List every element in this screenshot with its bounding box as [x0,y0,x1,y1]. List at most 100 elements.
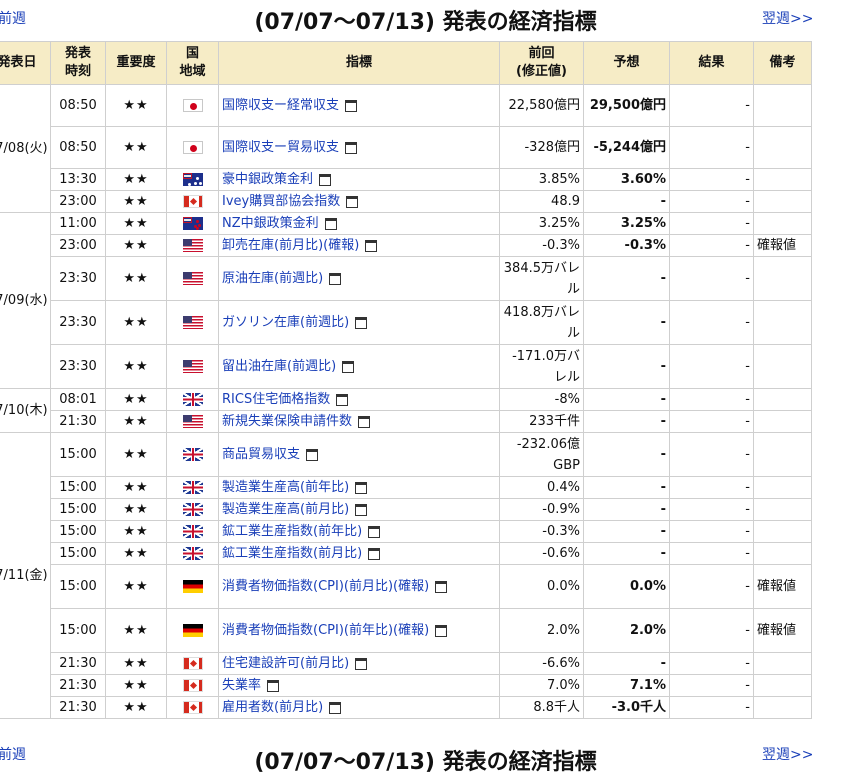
importance-stars: ★★ [105,652,167,675]
indicator-link[interactable]: NZ中銀政策金利 [222,216,319,231]
indicator-link[interactable]: 雇用者数(前月比) [222,700,323,715]
indicator-link[interactable]: ガソリン在庫(前週比) [222,315,349,330]
table-row: 23:00 ★★ 卸売在庫(前月比)(確報) -0.3% -0.3% - 確報値 [0,234,812,257]
time-cell: 23:30 [50,256,106,301]
new-window-icon[interactable] [365,239,378,252]
indicator-link[interactable]: 留出油在庫(前週比) [222,359,336,374]
indicator-link[interactable]: 消費者物価指数(CPI)(前月比)(確報) [222,579,429,594]
indicator-link[interactable]: 商品貿易収支 [222,447,300,462]
header-forecast: 予想 [583,41,670,85]
indicator-link[interactable]: 豪中銀政策金利 [222,172,313,187]
time-cell: 23:30 [50,344,106,389]
importance-stars: ★★ [105,84,167,127]
indicator-link[interactable]: 国際収支ー貿易収支 [222,140,339,155]
new-window-icon[interactable] [368,525,381,538]
previous-value: -0.3% [499,520,584,543]
indicator-link[interactable]: 国際収支ー経常収支 [222,98,339,113]
importance-stars: ★★ [105,674,167,697]
importance-stars: ★★ [105,168,167,191]
previous-value: -0.3% [499,234,584,257]
new-window-icon[interactable] [355,503,368,516]
forecast-value: 0.0% [583,564,670,609]
time-cell: 08:01 [50,388,106,411]
header-date: 発表日 [0,41,51,85]
result-value: - [669,410,754,433]
importance-stars: ★★ [105,256,167,301]
indicator-link[interactable]: 卸売在庫(前月比)(確報) [222,238,359,253]
table-row: 15:00 ★★ 消費者物価指数(CPI)(前年比)(確報) 2.0% 2.0% - 確報値 [0,608,812,653]
note-cell [753,476,812,499]
forecast-value: -3.0千人 [583,696,670,719]
region-cell [166,608,219,653]
new-window-icon[interactable] [368,547,381,560]
gb-flag-icon [182,448,203,461]
indicator-link[interactable]: RICS住宅価格指数 [222,392,330,407]
indicator-link[interactable]: 失業率 [222,678,261,693]
indicator-link[interactable]: Ivey購買部協会指数 [222,194,340,209]
new-window-icon[interactable] [336,393,349,406]
indicator-link[interactable]: 製造業生産高(前月比) [222,502,349,517]
time-cell: 21:30 [50,652,106,675]
date-cell: 07/11(金) [0,432,51,719]
result-value: - [669,608,754,653]
region-cell [166,520,219,543]
note-cell [753,84,812,127]
region-cell [166,300,219,345]
indicator-cell: 国際収支ー経常収支 [218,84,500,127]
time-cell: 21:30 [50,410,106,433]
new-window-icon[interactable] [342,360,355,373]
new-window-icon[interactable] [355,657,368,670]
region-cell [166,234,219,257]
indicator-link[interactable]: 鉱工業生産指数(前年比) [222,524,362,539]
indicator-cell: Ivey購買部協会指数 [218,190,500,213]
result-value: - [669,564,754,609]
forecast-value: - [583,542,670,565]
indicator-cell: ガソリン在庫(前週比) [218,300,500,345]
new-window-icon[interactable] [329,701,342,714]
forecast-value: - [583,190,670,213]
header-indicator: 指標 [218,41,500,85]
new-window-icon[interactable] [435,580,448,593]
note-cell [753,652,812,675]
indicator-link[interactable]: 新規失業保険申請件数 [222,414,352,429]
indicator-cell: 新規失業保険申請件数 [218,410,500,433]
result-value: - [669,126,754,169]
new-window-icon[interactable] [267,679,280,692]
new-window-icon[interactable] [345,141,358,154]
table-row: 13:30 ★★ 豪中銀政策金利 3.85% 3.60% - [0,168,812,191]
new-window-icon[interactable] [355,316,368,329]
next-week-link-bottom[interactable]: 翌週>> [762,744,813,764]
new-window-icon[interactable] [355,481,368,494]
new-window-icon[interactable] [306,448,319,461]
ca-flag-icon [182,657,203,670]
new-window-icon[interactable] [329,272,342,285]
date-cell: 07/10(木) [0,388,51,433]
header-previous: 前回 (修正値) [499,41,584,85]
indicator-link[interactable]: 消費者物価指数(CPI)(前年比)(確報) [222,623,429,638]
indicator-cell: 消費者物価指数(CPI)(前月比)(確報) [218,564,500,609]
indicator-link[interactable]: 原油在庫(前週比) [222,271,323,286]
indicator-link[interactable]: 製造業生産高(前年比) [222,480,349,495]
region-cell [166,126,219,169]
new-window-icon[interactable] [319,173,332,186]
new-window-icon[interactable] [324,217,337,230]
forecast-value: - [583,498,670,521]
new-window-icon[interactable] [358,415,371,428]
region-cell [166,168,219,191]
importance-stars: ★★ [105,388,167,411]
forecast-value: - [583,652,670,675]
new-window-icon[interactable] [346,195,359,208]
indicator-cell: 製造業生産高(前月比) [218,498,500,521]
indicator-link[interactable]: 鉱工業生産指数(前月比) [222,546,362,561]
page-title-bottom: (07/07〜07/13) 発表の経済指標 [254,750,597,775]
nz-flag-icon [182,217,203,230]
previous-value: -8% [499,388,584,411]
previous-value: 22,580億円 [499,84,584,127]
new-window-icon[interactable] [345,99,358,112]
ca-flag-icon [182,701,203,714]
indicator-link[interactable]: 住宅建設許可(前月比) [222,656,349,671]
forecast-value: 7.1% [583,674,670,697]
time-cell: 08:50 [50,84,106,127]
new-window-icon[interactable] [435,624,448,637]
next-week-link[interactable]: 翌週>> [762,8,813,28]
